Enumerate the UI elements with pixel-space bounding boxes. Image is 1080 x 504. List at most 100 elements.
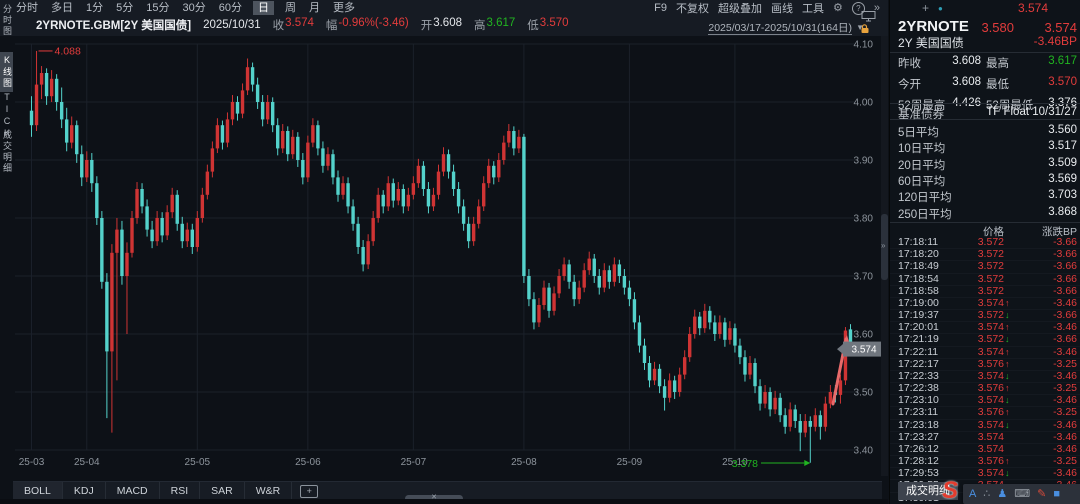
candle-body <box>316 125 319 148</box>
menu-f9[interactable]: F9 <box>654 2 667 14</box>
candle-body <box>306 143 309 178</box>
high-value: 3.617 <box>487 17 516 33</box>
y-axis-label: 3.50 <box>854 388 874 399</box>
candle-body <box>191 230 194 247</box>
uptick-arrow-icon: ↑ <box>1004 347 1017 358</box>
tick-time: 17:23:11 <box>890 407 960 418</box>
candle-body <box>231 102 234 119</box>
gear-icon[interactable]: ⚙ <box>833 1 843 15</box>
period-tab-15分[interactable]: 15分 <box>144 1 171 15</box>
candle-body <box>507 131 510 143</box>
panel-collapse-handle[interactable]: » <box>881 36 888 476</box>
candle-body <box>819 415 822 427</box>
candle-body <box>788 409 791 426</box>
pointer-tool-icon[interactable]: ♟ <box>997 484 1007 504</box>
indicator-tab-RSI[interactable]: RSI <box>160 482 201 500</box>
tick-change-bp: -3.66 <box>1017 334 1080 345</box>
candle-body <box>799 421 802 433</box>
snip-logo[interactable]: S <box>942 479 958 503</box>
date-range-selector[interactable]: 2025/03/17-2025/10/31(164日) <box>708 22 852 35</box>
candle-body <box>356 224 359 247</box>
no-arrow <box>1004 249 1017 260</box>
y-axis-label: 3.80 <box>854 214 874 225</box>
candle-body <box>361 247 364 264</box>
candlestick-chart[interactable]: 4.104.003.903.803.703.603.503.4025-0325-… <box>13 36 882 477</box>
candle-body <box>196 218 199 247</box>
candle-body <box>311 125 314 142</box>
tick-time: 17:22:33 <box>890 371 960 382</box>
candle-body <box>738 346 741 358</box>
period-tab-多日[interactable]: 多日 <box>49 1 75 15</box>
candle-body <box>588 259 591 271</box>
indicator-tab-KDJ[interactable]: KDJ <box>63 482 106 500</box>
low-label: 低 <box>527 17 539 33</box>
candle-body <box>407 195 410 207</box>
candle-body <box>371 218 374 241</box>
candle-body <box>301 160 304 177</box>
instrument-info-bar: 2YRNOTE.GBM[2Y 美国国债] 2025/10/31 收3.574 幅… <box>36 17 569 33</box>
brush-tool-icon[interactable]: ✎ <box>1037 484 1046 504</box>
candle-body <box>331 154 334 177</box>
tick-price: 3.572 <box>960 310 1004 321</box>
period-tab-1分[interactable]: 1分 <box>84 1 105 15</box>
period-tab-60分[interactable]: 60分 <box>217 1 244 15</box>
candle-body <box>90 160 93 183</box>
candle-body <box>291 137 294 154</box>
candle-body <box>457 189 460 206</box>
candle-body <box>160 218 163 235</box>
shape-tool-icon[interactable]: ■ <box>1053 484 1060 504</box>
stat-label: 今开 <box>898 76 921 92</box>
tick-time: 17:22:17 <box>890 359 960 370</box>
tick-change-bp: -3.66 <box>1017 249 1080 260</box>
indicator-tab-BOLL[interactable]: BOLL <box>13 482 63 500</box>
candle-body <box>176 195 179 224</box>
change-value: -0.96%(-3.46) <box>338 17 408 33</box>
tick-time: 17:26:12 <box>890 444 960 455</box>
downtick-arrow-icon: ↓ <box>1004 468 1017 479</box>
tick-change-bp: -3.25 <box>1017 383 1080 394</box>
candle-body <box>170 195 173 212</box>
period-tab-更多[interactable]: 更多 <box>331 1 357 15</box>
price-badge-notch <box>837 344 843 354</box>
sidebar-item-分时图[interactable]: 分时图 <box>0 4 13 37</box>
candle-body <box>442 154 445 171</box>
tick-change-bp: -3.25 <box>1017 359 1080 370</box>
sidebar-item-K线图[interactable]: K线图 <box>0 52 13 92</box>
left-view-sidebar: 分时图K线图TICK成交明细 <box>0 0 13 504</box>
period-tab-分时[interactable]: 分时 <box>14 1 40 15</box>
indicator-tab-W&R[interactable]: W&R <box>245 482 293 500</box>
text-tool-icon[interactable]: A <box>969 484 976 504</box>
lock-icon[interactable] <box>860 24 870 34</box>
y-axis-label: 3.60 <box>854 330 874 341</box>
period-tab-日[interactable]: 日 <box>253 1 274 15</box>
quote-last-price: 3.574 <box>1044 20 1077 35</box>
period-tab-5分[interactable]: 5分 <box>114 1 135 15</box>
add-indicator-icon[interactable]: + <box>300 485 318 498</box>
ma-value: 3.509 <box>1048 157 1077 169</box>
menu-super-overlay[interactable]: 超级叠加 <box>718 0 762 16</box>
panel-divider <box>890 52 1080 53</box>
period-tab-周[interactable]: 周 <box>283 1 298 15</box>
stat-value: 3.570 <box>1048 76 1077 88</box>
period-tab-30分[interactable]: 30分 <box>181 1 208 15</box>
candle-body <box>346 183 349 206</box>
tick-price: 3.572 <box>960 249 1004 260</box>
y-axis-label: 3.90 <box>854 156 874 167</box>
ma-label: 250日平均 <box>898 206 952 222</box>
menu-no-adjust[interactable]: 不复权 <box>676 0 709 16</box>
candle-body <box>432 195 435 207</box>
candle-body <box>125 253 128 276</box>
tick-price: 3.574 <box>960 347 1004 358</box>
indicator-tab-MACD[interactable]: MACD <box>106 482 160 500</box>
more-dots-icon[interactable]: ∴ <box>983 484 990 504</box>
indicator-tab-SAR[interactable]: SAR <box>200 482 245 500</box>
monitor-icon[interactable] <box>861 11 876 22</box>
menu-draw-line[interactable]: 画线 <box>771 0 793 16</box>
tick-price: 3.572 <box>960 237 1004 248</box>
period-tab-月[interactable]: 月 <box>307 1 322 15</box>
keyboard-tool-icon[interactable]: ⌨ <box>1014 484 1030 504</box>
add-to-watchlist-icon[interactable]: + <box>922 2 929 15</box>
menu-tools[interactable]: 工具 <box>802 0 824 16</box>
sidebar-item-成交明细[interactable]: 成交明细 <box>0 130 13 174</box>
candle-body <box>794 409 797 421</box>
